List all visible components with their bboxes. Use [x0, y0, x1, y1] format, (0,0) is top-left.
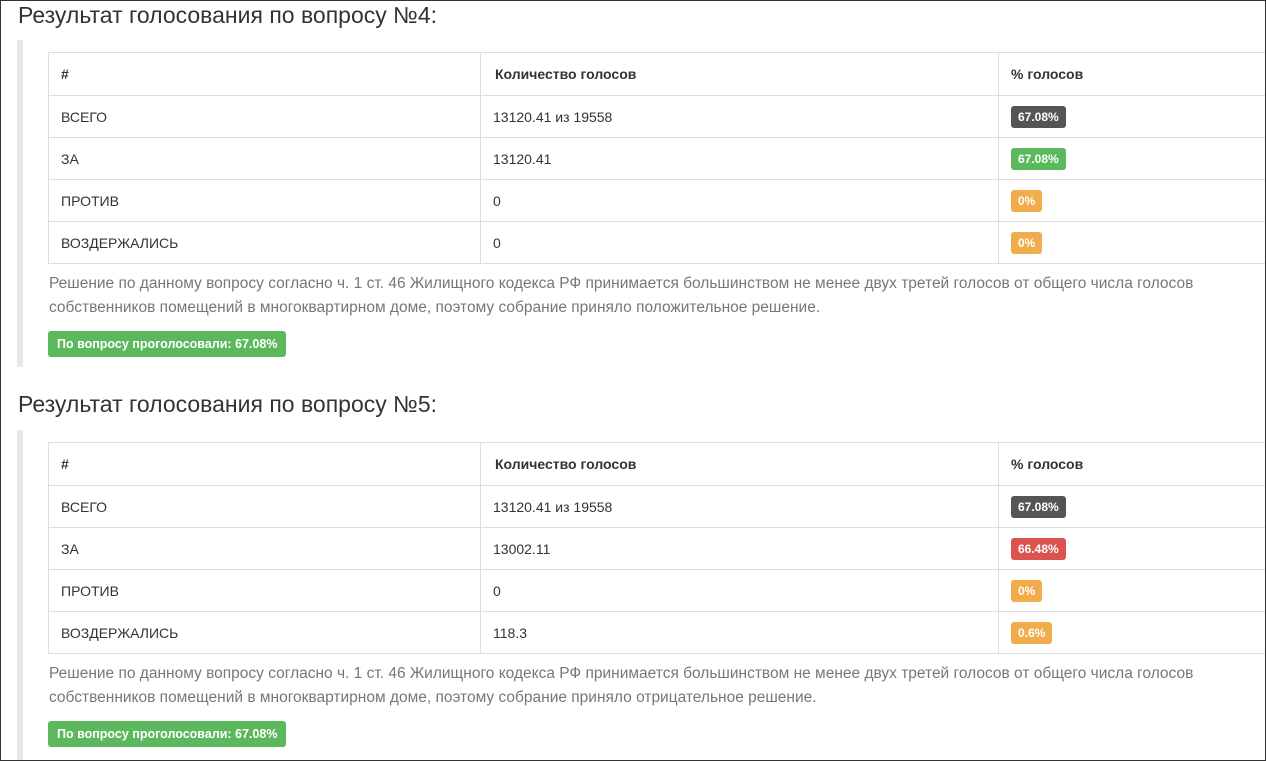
- results-table: # Количество голосов % голосов ВСЕГО 131…: [48, 442, 1265, 654]
- percent-badge: 0%: [1011, 579, 1043, 602]
- table-row: ВОЗДЕРЖАЛИСЬ 0 0%: [48, 221, 1265, 264]
- row-label: ЗА: [48, 527, 481, 570]
- row-votes: 0: [480, 569, 999, 612]
- column-header-number: #: [48, 442, 481, 486]
- row-votes: 0: [480, 221, 999, 264]
- table-row: ЗА 13002.11 66.48%: [48, 527, 1265, 570]
- table-header-row: # Количество голосов % голосов: [48, 52, 1265, 96]
- percent-badge: 0%: [1011, 231, 1043, 254]
- column-header-number: #: [48, 52, 481, 96]
- decision-note: Решение по данному вопросу согласно ч. 1…: [49, 275, 1194, 316]
- row-votes: 0: [480, 179, 999, 222]
- table-row: ЗА 13120.41 67.08%: [48, 137, 1265, 180]
- percent-badge: 67.08%: [1011, 495, 1066, 518]
- table-header-row: # Количество голосов % голосов: [48, 442, 1265, 486]
- decision-note: Решение по данному вопросу согласно ч. 1…: [49, 665, 1194, 706]
- section-title: Результат голосования по вопросу №4:: [18, 2, 437, 28]
- voted-summary-badge: По вопросу проголосовали: 67.08%: [48, 331, 287, 357]
- row-votes: 13120.41 из 19558: [480, 95, 999, 138]
- row-label: ПРОТИВ: [48, 569, 481, 612]
- column-header-percent: % голосов: [998, 442, 1265, 486]
- voted-summary-badge: По вопросу проголосовали: 67.08%: [48, 721, 287, 747]
- row-label: ЗА: [48, 137, 481, 180]
- blockquote-bar: [17, 430, 23, 760]
- percent-badge: 66.48%: [1011, 537, 1066, 560]
- percent-badge: 67.08%: [1011, 105, 1066, 128]
- blockquote-bar: [17, 40, 23, 367]
- table-row: ПРОТИВ 0 0%: [48, 569, 1265, 612]
- table-row: ВОЗДЕРЖАЛИСЬ 118.3 0.6%: [48, 611, 1265, 654]
- row-votes: 118.3: [480, 611, 999, 654]
- row-votes: 13120.41 из 19558: [480, 485, 999, 528]
- table-row: ВСЕГО 13120.41 из 19558 67.08%: [48, 95, 1265, 138]
- row-label: ВСЕГО: [48, 485, 481, 528]
- voting-results-page: Результат голосования по вопросу №4: # К…: [0, 0, 1266, 761]
- row-votes: 13002.11: [480, 527, 999, 570]
- column-header-percent: % голосов: [998, 52, 1265, 96]
- results-table: # Количество голосов % голосов ВСЕГО 131…: [48, 52, 1265, 264]
- table-row: ПРОТИВ 0 0%: [48, 179, 1265, 222]
- percent-badge: 67.08%: [1011, 147, 1066, 170]
- row-label: ВСЕГО: [48, 95, 481, 138]
- row-label: ПРОТИВ: [48, 179, 481, 222]
- table-row: ВСЕГО 13120.41 из 19558 67.08%: [48, 485, 1265, 528]
- row-label: ВОЗДЕРЖАЛИСЬ: [48, 221, 481, 264]
- section-title: Результат голосования по вопросу №5:: [18, 391, 437, 417]
- row-label: ВОЗДЕРЖАЛИСЬ: [48, 611, 481, 654]
- column-header-votes: Количество голосов: [480, 442, 999, 486]
- column-header-votes: Количество голосов: [480, 52, 999, 96]
- percent-badge: 0%: [1011, 189, 1043, 212]
- percent-badge: 0.6%: [1011, 621, 1053, 644]
- row-votes: 13120.41: [480, 137, 999, 180]
